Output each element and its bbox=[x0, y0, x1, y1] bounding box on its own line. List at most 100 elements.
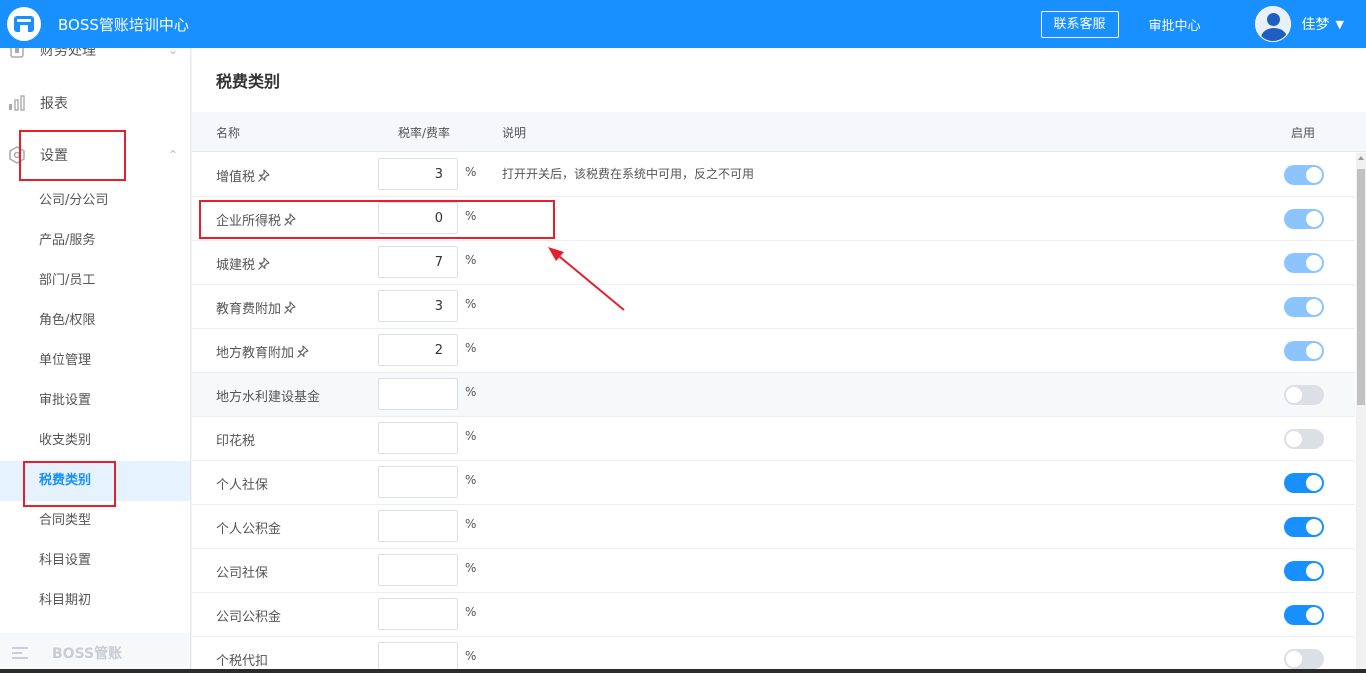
tax-name-cell: 增值税 bbox=[216, 166, 271, 185]
tax-name: 地方水利建设基金 bbox=[216, 390, 321, 405]
tax-name: 个税代扣 bbox=[216, 654, 269, 669]
table-row: 地方教育附加% bbox=[192, 329, 1355, 373]
sidebar-item-contract-types[interactable]: 合同类型 bbox=[0, 501, 190, 541]
tax-description: 打开开关后，该税费在系统中可用，反之不可用 bbox=[502, 167, 755, 181]
window-bottom-edge bbox=[0, 669, 1366, 673]
sidebar-item-income-expense[interactable]: 收支类别 bbox=[0, 421, 190, 461]
tax-name: 个人公积金 bbox=[216, 522, 282, 537]
sidebar-group-finance[interactable]: 财务处理 ⌄ bbox=[0, 48, 190, 62]
app-logo-icon[interactable] bbox=[7, 7, 41, 41]
percent-sign: % bbox=[465, 297, 477, 311]
tax-rate-input[interactable] bbox=[378, 598, 458, 630]
tax-rate-input[interactable] bbox=[378, 290, 458, 322]
header-right: 联系客服 审批中心 佳梦 ▼ bbox=[1040, 0, 1366, 48]
enable-toggle[interactable] bbox=[1284, 385, 1324, 405]
column-header-name: 名称 bbox=[216, 126, 241, 140]
enable-toggle[interactable] bbox=[1284, 605, 1324, 625]
tax-name: 城建税 bbox=[216, 258, 256, 273]
sidebar-item-products[interactable]: 产品/服务 bbox=[0, 221, 190, 261]
tax-rate-input[interactable] bbox=[378, 510, 458, 542]
top-header: BOSS管账培训中心 联系客服 审批中心 佳梦 ▼ bbox=[0, 0, 1366, 48]
tax-name: 增值税 bbox=[216, 170, 256, 185]
sidebar-collapse-bar[interactable]: BOSS管账 bbox=[0, 633, 190, 673]
percent-sign: % bbox=[465, 517, 477, 531]
tax-name-cell: 地方水利建设基金 bbox=[216, 386, 320, 405]
percent-sign: % bbox=[465, 253, 477, 267]
tax-name-cell: 个人社保 bbox=[216, 474, 268, 493]
percent-sign: % bbox=[465, 649, 477, 663]
enable-toggle[interactable] bbox=[1284, 649, 1324, 669]
tax-name-cell: 公司社保 bbox=[216, 562, 268, 581]
tax-rate-input[interactable] bbox=[378, 334, 458, 366]
percent-sign: % bbox=[465, 385, 477, 399]
tax-name-cell: 地方教育附加 bbox=[216, 342, 310, 361]
toggle-knob bbox=[1286, 651, 1302, 667]
tax-rate-input[interactable] bbox=[378, 554, 458, 586]
percent-sign: % bbox=[465, 473, 477, 487]
column-header-enabled: 启用 bbox=[1291, 126, 1316, 140]
percent-sign: % bbox=[465, 341, 477, 355]
table-row: 增值税% 打开开关后，该税费在系统中可用，反之不可用 bbox=[192, 153, 1355, 197]
tax-name-cell: 个税代扣 bbox=[216, 650, 268, 669]
scrollbar-thumb[interactable] bbox=[1357, 169, 1365, 405]
sidebar-item-units[interactable]: 单位管理 bbox=[0, 341, 190, 381]
user-name[interactable]: 佳梦 bbox=[1302, 14, 1330, 34]
tax-name: 教育费附加 bbox=[216, 302, 282, 317]
sidebar-item-approval-settings[interactable]: 审批设置 bbox=[0, 381, 190, 421]
sidebar-item-opening-balance[interactable]: 科目期初 bbox=[0, 581, 190, 621]
table-row: 公司公积金% bbox=[192, 593, 1355, 637]
menu-collapse-icon bbox=[12, 647, 30, 659]
column-header-rate: 税率/费率 bbox=[398, 126, 451, 140]
enable-toggle[interactable] bbox=[1284, 253, 1324, 273]
chevron-down-icon[interactable]: ▼ bbox=[1336, 18, 1344, 31]
toggle-knob bbox=[1306, 255, 1322, 271]
sidebar-group-reports[interactable]: 报表 bbox=[0, 91, 190, 115]
tax-name: 印花税 bbox=[216, 434, 256, 449]
enable-toggle[interactable] bbox=[1284, 209, 1324, 229]
table-row: 教育费附加% bbox=[192, 285, 1355, 329]
contact-support-button[interactable]: 联系客服 bbox=[1040, 10, 1119, 38]
table-row: 城建税% bbox=[192, 241, 1355, 285]
tax-name: 公司社保 bbox=[216, 566, 269, 581]
enable-toggle[interactable] bbox=[1284, 517, 1324, 537]
tax-name-cell: 印花税 bbox=[216, 430, 255, 449]
approval-center-link[interactable]: 审批中心 bbox=[1149, 15, 1201, 34]
tax-rate-input[interactable] bbox=[378, 466, 458, 498]
chevron-down-icon: ⌄ bbox=[168, 48, 179, 57]
enable-toggle[interactable] bbox=[1284, 429, 1324, 449]
table-row: 地方水利建设基金% bbox=[192, 373, 1355, 417]
tax-name: 公司公积金 bbox=[216, 610, 282, 625]
enable-toggle[interactable] bbox=[1284, 165, 1324, 185]
enable-toggle[interactable] bbox=[1284, 561, 1324, 581]
vertical-scrollbar[interactable] bbox=[1356, 153, 1366, 673]
tax-rate-input[interactable] bbox=[378, 422, 458, 454]
tax-rate-input[interactable] bbox=[378, 378, 458, 410]
toggle-knob bbox=[1306, 519, 1322, 535]
table-row: 印花税% bbox=[192, 417, 1355, 461]
column-header-description: 说明 bbox=[502, 126, 527, 140]
pin-icon bbox=[284, 300, 296, 314]
pin-icon bbox=[258, 168, 270, 182]
sidebar-item-company[interactable]: 公司/分公司 bbox=[0, 181, 190, 221]
toggle-knob bbox=[1306, 607, 1322, 623]
sidebar-item-roles[interactable]: 角色/权限 bbox=[0, 301, 190, 341]
chevron-up-icon: ⌃ bbox=[168, 148, 179, 162]
percent-sign: % bbox=[465, 561, 477, 575]
enable-toggle[interactable] bbox=[1284, 297, 1324, 317]
enable-toggle[interactable] bbox=[1284, 473, 1324, 493]
sidebar-item-departments[interactable]: 部门/员工 bbox=[0, 261, 190, 301]
sidebar-item-accounts[interactable]: 科目设置 bbox=[0, 541, 190, 581]
table-row: 个人公积金% bbox=[192, 505, 1355, 549]
tax-rate-input[interactable] bbox=[378, 158, 458, 190]
bar-chart-icon bbox=[8, 94, 26, 112]
pin-icon bbox=[258, 256, 270, 270]
user-avatar[interactable] bbox=[1254, 6, 1291, 42]
main-content: 税费类别 名称 税率/费率 说明 启用 增值税% 打开开关后，该税费在系统中可用，… bbox=[192, 48, 1366, 673]
annotation-box-corporate-tax-row bbox=[199, 200, 555, 239]
toggle-knob bbox=[1306, 211, 1322, 227]
tax-rate-input[interactable] bbox=[378, 246, 458, 278]
enable-toggle[interactable] bbox=[1284, 341, 1324, 361]
scroll-up-arrow-icon[interactable] bbox=[1358, 156, 1364, 160]
tax-name-cell: 城建税 bbox=[216, 254, 271, 273]
percent-sign: % bbox=[465, 429, 477, 443]
